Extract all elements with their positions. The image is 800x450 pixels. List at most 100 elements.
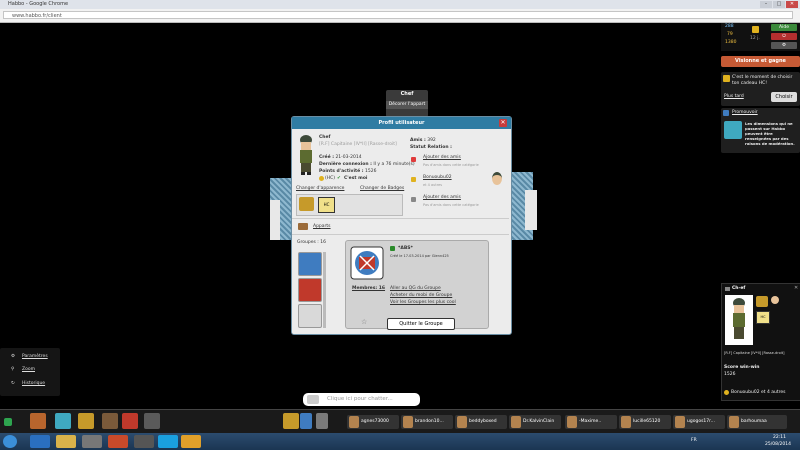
relation-note: Pas d'amis dans cette catégorie xyxy=(423,163,479,167)
created-value: 21-03-2014 xyxy=(335,155,362,160)
promo-text: Les dimensions qui ne passent sur Habbo … xyxy=(745,121,795,146)
friend-item[interactable]: -Maxime.. xyxy=(565,415,617,429)
friend-item[interactable]: agnes73000 xyxy=(347,415,399,429)
language-indicator[interactable]: FR xyxy=(691,438,697,443)
group-icon[interactable] xyxy=(298,278,322,302)
minimize-button[interactable]: – xyxy=(760,1,772,8)
hc-crown-icon xyxy=(752,26,759,33)
userinfo-name: Ch-ef xyxy=(732,286,746,291)
hc-offer-panel: C'est le moment de choisir ton cadeau HC… xyxy=(721,72,800,106)
explorer-icon[interactable] xyxy=(56,435,76,448)
choose-button[interactable]: Choisir xyxy=(771,92,797,102)
help-button[interactable]: Aide xyxy=(771,24,797,31)
app-icon[interactable] xyxy=(134,435,154,448)
friend-item[interactable]: brandon10... xyxy=(401,415,453,429)
expand-icon[interactable] xyxy=(4,418,12,426)
ie-icon[interactable] xyxy=(30,435,50,448)
friend-item[interactable]: barhoumaa xyxy=(727,415,787,429)
rooms-link[interactable]: Apparts xyxy=(313,224,331,229)
promo-title[interactable]: Promouvoir xyxy=(732,110,758,115)
user-icon xyxy=(725,287,730,291)
relation-action[interactable]: Ajouter des amis xyxy=(423,195,461,200)
messenger-icon[interactable] xyxy=(300,413,312,429)
friend-name: lucille65120 xyxy=(633,419,661,424)
friend-head-avatar[interactable] xyxy=(492,172,502,185)
relation-friend-name[interactable]: Bonuoubu02 xyxy=(423,175,452,180)
friend-item[interactable]: lucille65120 xyxy=(619,415,671,429)
group-icon-selected[interactable] xyxy=(298,252,322,276)
logout-icon[interactable]: ⏻ xyxy=(771,33,797,40)
friend-item[interactable]: beddyboxed xyxy=(455,415,507,429)
app-icon[interactable] xyxy=(82,435,102,448)
badge-icon[interactable] xyxy=(299,197,314,211)
change-look-link[interactable]: Changer d'apparence xyxy=(296,186,344,191)
navigator-icon[interactable] xyxy=(55,413,71,429)
group-hq-link[interactable]: Aller au QG du Groupe xyxy=(390,286,441,291)
divider xyxy=(292,218,509,219)
userinfo-head-icon xyxy=(771,296,779,304)
profile-icon[interactable] xyxy=(144,413,160,429)
avatar-context-menu: Chef Décorer l'appart xyxy=(386,90,428,117)
profile-avatar xyxy=(300,135,312,175)
smile-icon xyxy=(411,177,416,182)
games-icon[interactable] xyxy=(122,413,138,429)
promo-panel: Promouvoir Les dimensions qui ne passent… xyxy=(721,108,800,153)
relation-status-label: Statut Relation : xyxy=(410,145,452,150)
heart-icon xyxy=(411,157,416,162)
hc-badge-icon[interactable]: HC xyxy=(318,197,335,213)
promo-icon xyxy=(723,110,729,116)
friend-name: -Maxime.. xyxy=(579,419,602,424)
search-friends-icon[interactable] xyxy=(316,413,328,429)
userinfo-motto: [R.F] Capitaine [IV*II] [Rasse-droit] xyxy=(724,351,785,355)
profile-name: Chef xyxy=(319,135,331,140)
catalog-icon[interactable] xyxy=(78,413,94,429)
created-label: Créé : xyxy=(319,155,334,160)
hotel-view-icon[interactable] xyxy=(30,413,46,429)
context-username: Chef xyxy=(400,91,414,97)
zoom-link[interactable]: Zoom xyxy=(22,367,35,372)
duckets-value: 79 xyxy=(727,32,733,37)
later-link[interactable]: Plus tard xyxy=(724,94,744,99)
friend-item[interactable]: Dr.KalvinClain xyxy=(509,415,561,429)
group-members-link[interactable]: Membres: 16 xyxy=(352,286,385,291)
close-icon[interactable]: ✕ xyxy=(794,286,799,291)
hc-icon xyxy=(319,176,324,181)
inventory-icon[interactable] xyxy=(102,413,118,429)
watch-and-win-label: Visionne et gagne xyxy=(735,58,786,64)
achievements-icon[interactable] xyxy=(283,413,299,429)
groups-scrollbar[interactable] xyxy=(323,252,326,328)
friend-name: brandon10... xyxy=(415,419,444,424)
room-wall-left xyxy=(270,200,280,240)
chat-style-icon[interactable] xyxy=(307,395,319,404)
relation-action[interactable]: Ajouter des amis xyxy=(423,155,461,160)
skype-icon[interactable] xyxy=(158,435,178,448)
group-icon[interactable] xyxy=(298,304,322,328)
change-badges-link[interactable]: Changer de Badges xyxy=(360,186,404,191)
close-window-button[interactable]: ✕ xyxy=(786,1,798,8)
cool-groups-link[interactable]: Voir les Groupes les plus cool xyxy=(390,300,456,305)
credits-value: 1380 xyxy=(725,40,737,45)
buy-group-furni-link[interactable]: Acheter du mobi de Groupe xyxy=(390,293,452,298)
check-icon: ✔ xyxy=(337,176,341,181)
history-link[interactable]: Historique xyxy=(22,381,45,386)
favorite-star-icon[interactable]: ☆ xyxy=(361,318,367,326)
settings-icon[interactable]: ⚙ xyxy=(771,42,797,49)
decorate-room-button[interactable]: Décorer l'appart xyxy=(386,101,428,109)
media-icon[interactable] xyxy=(108,435,128,448)
maximize-button[interactable]: □ xyxy=(773,1,785,8)
chrome-icon[interactable] xyxy=(181,435,201,448)
start-icon[interactable] xyxy=(3,435,17,448)
url-field[interactable]: www.habbo.fr/client xyxy=(3,11,793,19)
close-icon[interactable]: ✕ xyxy=(499,119,507,127)
address-bar: www.habbo.fr/client xyxy=(0,9,800,23)
userinfo-relation: Bonuoubu02 et 4 autres xyxy=(731,390,786,395)
leave-group-button[interactable]: Quitter le Groupe xyxy=(387,318,455,330)
chat-input[interactable]: Clique ici pour chatter... xyxy=(303,393,420,406)
settings-link[interactable]: Paramètres xyxy=(22,354,48,359)
watch-and-win-button[interactable]: Visionne et gagne xyxy=(721,56,800,67)
me-label: C'est moi xyxy=(344,176,368,181)
friend-name: beddyboxed xyxy=(469,419,497,424)
gear-icon: ⚙ xyxy=(11,354,16,359)
room-wall-right xyxy=(525,190,537,230)
friend-item[interactable]: ugogos17r... xyxy=(673,415,725,429)
